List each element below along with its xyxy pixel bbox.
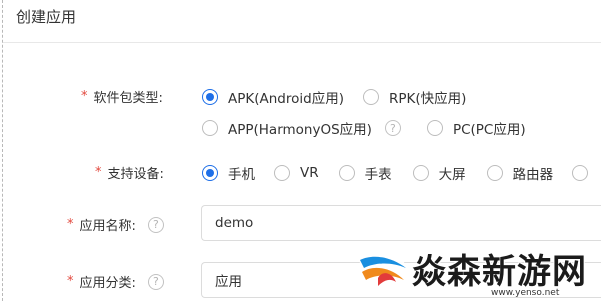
package-type-options-line2: APP(HarmonyOS应用) ? PC(PC应用) <box>202 118 526 138</box>
app-category-label: 应用分类: <box>79 276 136 291</box>
required-mark: * <box>67 274 74 289</box>
app-category-value: 应用 <box>215 274 242 290</box>
dashed-border <box>2 0 3 301</box>
app-category-label-group: * 应用分类: ? <box>67 272 164 291</box>
package-type-options-line1: APK(Android应用) RPK(快应用) <box>202 87 466 107</box>
required-mark: * <box>81 89 88 104</box>
radio-router[interactable] <box>486 165 503 181</box>
device-label: 支持设备: <box>107 167 164 182</box>
radio-option-pc[interactable]: PC(PC应用) <box>426 118 526 138</box>
watermark-url: www.yenso.net <box>491 288 560 298</box>
radio-label-watch: 手表 <box>364 167 392 183</box>
app-name-input[interactable]: demo <box>201 205 601 241</box>
radio-phone[interactable] <box>202 165 218 181</box>
create-app-page: 创建应用 * 软件包类型: APK(Android应用) RPK(快应用) AP… <box>0 0 601 301</box>
radio-option-app[interactable]: APP(HarmonyOS应用) <box>202 118 372 138</box>
radio-label-pc: PC(PC应用) <box>452 122 526 138</box>
radio-label-vr: VR <box>300 165 319 181</box>
radio-app[interactable] <box>202 120 218 136</box>
radio-option-more[interactable] <box>572 165 598 181</box>
radio-label-apk: APK(Android应用) <box>228 91 344 107</box>
radio-vr[interactable] <box>274 165 290 181</box>
device-label-group: * 支持设备: <box>95 163 164 182</box>
radio-option-vr[interactable]: VR <box>274 165 319 181</box>
required-mark: * <box>67 217 74 232</box>
radio-apk[interactable] <box>202 89 218 105</box>
radio-bigscreen[interactable] <box>412 165 429 181</box>
radio-rpk[interactable] <box>362 89 379 105</box>
app-name-label: 应用名称: <box>79 219 136 234</box>
watermark-flame-icon <box>356 252 408 296</box>
radio-option-apk[interactable]: APK(Android应用) <box>202 87 344 107</box>
device-label-row: * 支持设备: <box>95 163 164 182</box>
radio-label-phone: 手机 <box>228 167 255 183</box>
header-divider <box>3 42 601 43</box>
app-category-label-row: * 应用分类: ? <box>67 272 164 291</box>
help-icon[interactable]: ? <box>147 216 164 233</box>
radio-option-phone[interactable]: 手机 <box>202 163 255 183</box>
radio-option-bigscreen[interactable]: 大屏 <box>412 163 466 183</box>
app-name-value: demo <box>215 215 254 231</box>
radio-more[interactable] <box>572 165 589 181</box>
radio-option-rpk[interactable]: RPK(快应用) <box>362 87 467 107</box>
radio-label-bigscreen: 大屏 <box>438 167 466 183</box>
radio-option-watch[interactable]: 手表 <box>338 163 392 183</box>
radio-option-router[interactable]: 路由器 <box>486 163 554 183</box>
radio-label-rpk: RPK(快应用) <box>388 91 467 107</box>
package-type-label: 软件包类型: <box>93 91 163 106</box>
package-type-label-group: * 软件包类型: <box>81 87 163 106</box>
page-title: 创建应用 <box>16 8 77 26</box>
watermark-text: 焱森新游网 <box>412 252 587 292</box>
radio-watch[interactable] <box>338 165 355 181</box>
required-mark: * <box>95 165 102 180</box>
package-type-row: * 软件包类型: <box>81 87 163 106</box>
watermark-logo: 焱森新游网 www.yenso.net <box>352 238 601 300</box>
help-icon[interactable]: ? <box>384 120 401 136</box>
help-icon[interactable]: ? <box>147 273 164 290</box>
radio-label-router: 路由器 <box>512 167 554 183</box>
radio-pc[interactable] <box>426 120 443 136</box>
app-name-label-group: * 应用名称: ? <box>67 215 164 234</box>
device-options: 手机 VR 手表 大屏 路由器 <box>202 163 598 183</box>
radio-label-app: APP(HarmonyOS应用) <box>228 122 372 138</box>
app-name-label-row: * 应用名称: ? <box>67 215 164 234</box>
